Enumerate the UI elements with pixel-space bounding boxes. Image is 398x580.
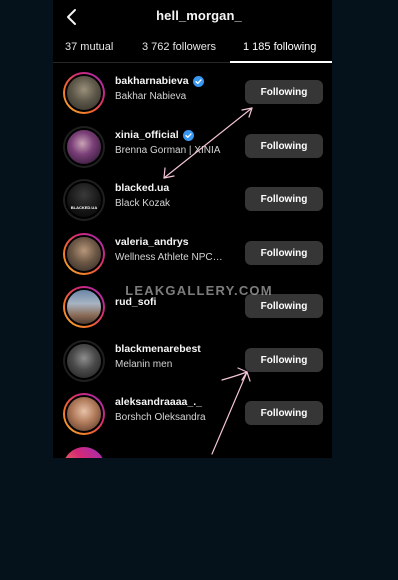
tab-following[interactable]: 1 185 following (243, 41, 316, 53)
username: rud_sofi (115, 296, 157, 308)
list-item[interactable]: bakharnabieva Bakhar Nabieva Following (53, 70, 332, 123)
username-link[interactable]: valeria_andrys (115, 236, 189, 248)
page: hell_morgan_ 37 mutual 3 762 followers 1… (0, 0, 398, 580)
page-title: hell_morgan_ (156, 8, 242, 23)
partial-avatar (63, 447, 105, 458)
list-item[interactable]: xinia_official Brenna Gorman | XINIA Fol… (53, 124, 332, 177)
verified-badge-icon (182, 129, 194, 141)
list-item[interactable]: blackmenarebest Melanin men Following (53, 338, 332, 391)
avatar-label: BLACKED.UA (70, 205, 98, 210)
following-button[interactable]: Following (245, 241, 323, 265)
following-button[interactable]: Following (245, 348, 323, 372)
username: blacked.ua (115, 182, 170, 194)
username-link[interactable]: rud_sofi (115, 296, 156, 308)
full-name: Brenna Gorman | XINIA (115, 145, 221, 156)
list-item[interactable]: BLACKED.UA blacked.ua Black Kozak Follow… (53, 177, 332, 230)
following-button[interactable]: Following (245, 187, 323, 211)
list-item[interactable]: rud_sofi Following (53, 284, 332, 337)
username: blackmenarebest (115, 343, 201, 355)
following-button[interactable]: Following (245, 294, 323, 318)
active-tab-indicator (230, 61, 332, 63)
tab-bar: 37 mutual 3 762 followers 1 185 followin… (53, 34, 332, 63)
avatar[interactable]: BLACKED.UA (63, 179, 105, 221)
full-name: Wellness Athlete NPC… (115, 252, 223, 263)
username: bakharnabieva (115, 75, 189, 87)
following-button[interactable]: Following (245, 401, 323, 425)
verified-badge-icon (192, 75, 204, 87)
list-item[interactable]: valeria_andrys Wellness Athlete NPC… Fol… (53, 231, 332, 284)
username-link[interactable]: bakharnabieva (115, 75, 204, 87)
avatar[interactable] (63, 233, 105, 275)
full-name: Melanin men (115, 359, 173, 370)
avatar[interactable] (63, 286, 105, 328)
avatar[interactable] (63, 126, 105, 168)
tab-followers[interactable]: 3 762 followers (142, 41, 216, 53)
username-link[interactable]: blacked.ua (115, 182, 169, 194)
tab-mutual[interactable]: 37 mutual (65, 41, 113, 53)
full-name: Borshch Oleksandra (115, 412, 206, 423)
username-link[interactable]: aleksandraaaa_._ (115, 396, 202, 408)
username: valeria_andrys (115, 236, 189, 248)
avatar[interactable] (63, 340, 105, 382)
username-link[interactable]: xinia_official (115, 129, 194, 141)
full-name: Black Kozak (115, 198, 171, 209)
username: aleksandraaaa_._ (115, 396, 202, 408)
following-button[interactable]: Following (245, 134, 323, 158)
full-name: Bakhar Nabieva (115, 91, 187, 102)
following-button[interactable]: Following (245, 80, 323, 104)
username: xinia_official (115, 129, 179, 141)
list-item[interactable]: aleksandraaaa_._ Borshch Oleksandra Foll… (53, 391, 332, 444)
username-link[interactable]: blackmenarebest (115, 343, 201, 355)
avatar[interactable] (63, 393, 105, 435)
avatar[interactable] (63, 72, 105, 114)
